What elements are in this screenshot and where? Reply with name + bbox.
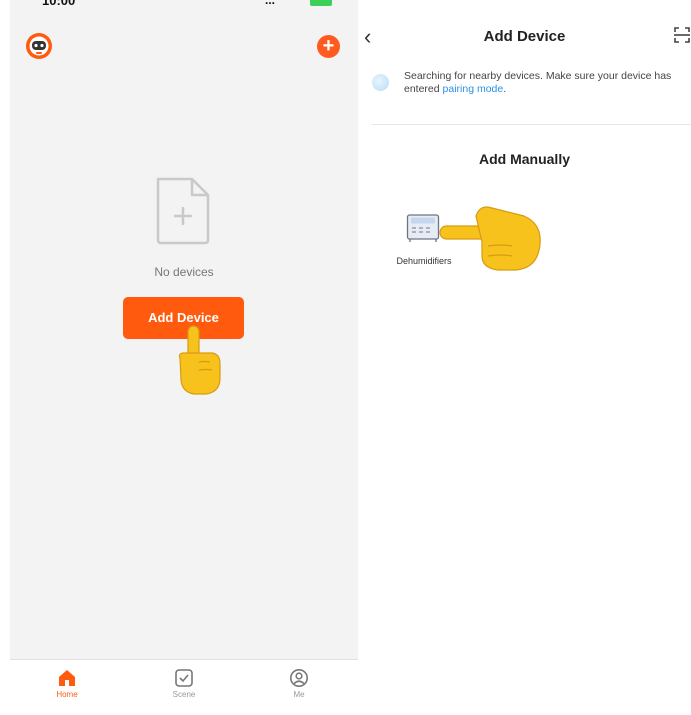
pointing-hand-up-icon bbox=[172, 324, 224, 401]
home-screen: 10:00 ... + No devices Add Device Home S… bbox=[10, 0, 358, 715]
divider bbox=[372, 124, 691, 125]
signal-icon: ... bbox=[265, 0, 276, 7]
status-time: 10:00 bbox=[42, 0, 76, 8]
searching-suffix: . bbox=[503, 83, 507, 95]
add-manually-heading: Add Manually bbox=[478, 151, 570, 167]
empty-state-text: No devices bbox=[154, 265, 214, 279]
searching-radar-icon bbox=[372, 74, 389, 91]
dehumidifier-icon[interactable] bbox=[406, 213, 440, 248]
pointing-hand-left-icon bbox=[438, 202, 544, 279]
searching-message: Searching for nearby devices. Make sure … bbox=[404, 70, 684, 96]
tab-home-label: Home bbox=[56, 690, 78, 699]
tab-scene-label: Scene bbox=[172, 690, 196, 699]
home-icon bbox=[59, 670, 75, 686]
profile-icon bbox=[290, 669, 308, 687]
robot-avatar-icon[interactable] bbox=[25, 32, 53, 60]
scan-icon[interactable] bbox=[673, 26, 691, 49]
tab-me[interactable]: Me bbox=[264, 668, 334, 699]
bottom-tab-bar: Home Scene Me bbox=[10, 659, 358, 715]
add-device-screen: ‹ Add Device Searching for nearby device… bbox=[358, 0, 691, 715]
pairing-mode-link[interactable]: pairing mode bbox=[443, 83, 504, 95]
empty-document-icon bbox=[154, 176, 212, 251]
tab-me-label: Me bbox=[293, 690, 305, 699]
page-title: Add Device bbox=[483, 28, 566, 45]
battery-icon bbox=[310, 0, 332, 6]
scene-icon bbox=[175, 669, 193, 687]
add-device-plus-icon[interactable]: + bbox=[317, 35, 340, 58]
tab-home[interactable]: Home bbox=[32, 668, 102, 699]
tab-scene[interactable]: Scene bbox=[149, 668, 219, 699]
status-bar: 10:00 ... bbox=[10, 0, 358, 12]
